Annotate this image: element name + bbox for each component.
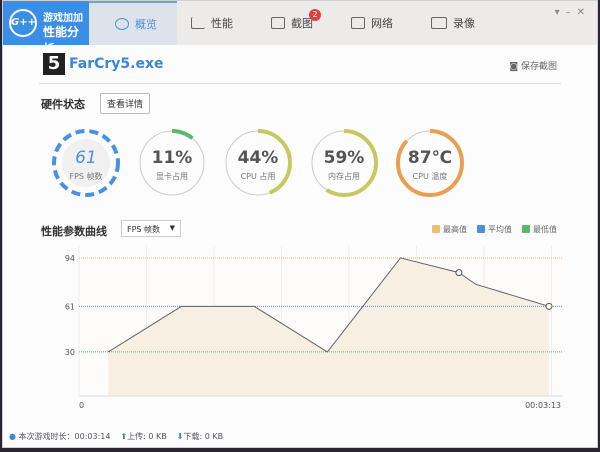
top-bar: G++ 游戏加加 性能分析 概览 性能 截图 2 网络 录像 ▾–✕ — [3, 1, 597, 56]
select-value: FPS 帧数 — [127, 225, 161, 234]
gauge-label: FPS 帧数 — [69, 172, 103, 181]
logo: G++ 游戏加加 性能分析 — [3, 1, 89, 56]
x-tick-label: 0 — [79, 401, 84, 410]
tab-network[interactable]: 网络 — [337, 1, 417, 45]
app-header: 5 FarCry5.exe — [43, 53, 163, 75]
gauge-label: CPU 占用 — [240, 172, 276, 181]
gauge-label: CPU 温度 — [412, 172, 448, 181]
tab-label: 录像 — [453, 17, 475, 30]
tab-performance[interactable]: 性能 — [177, 1, 257, 45]
y-tick-label: 61 — [65, 302, 75, 311]
data-point — [545, 302, 553, 310]
tab-label: 网络 — [371, 17, 393, 30]
gauge-value: 87℃ — [407, 148, 453, 168]
gauge-value: 44% — [237, 148, 279, 168]
tab-label: 性能 — [211, 17, 233, 30]
gauge-4: 87℃ CPU 温度 — [395, 128, 465, 198]
y-tick-label: 94 — [65, 254, 75, 263]
close-button[interactable]: ✕ — [577, 7, 591, 18]
gauge-value: 11% — [151, 148, 193, 168]
divider — [39, 83, 561, 84]
legend-max: 最高值 — [432, 224, 467, 235]
tab-overview[interactable]: 概览 — [89, 1, 177, 45]
fps-chart: 30 61 94 0 00:03:13 — [65, 246, 563, 410]
status-bar: ● 本次游戏时长：00:03:14 ⬆上传: 0 KB ⬇下载: 0 KB — [9, 431, 223, 442]
duration: ● 本次游戏时长：00:03:14 — [9, 432, 111, 441]
clock-icon: ● — [9, 432, 16, 441]
gauge-label: 显卡占用 — [156, 172, 188, 181]
menu-icon[interactable]: ▾ — [555, 7, 566, 18]
logo-line2: 性能分析 — [43, 25, 80, 56]
pulse-icon — [351, 17, 365, 29]
gauge-2: 44% CPU 占用 — [223, 128, 293, 198]
video-icon — [431, 17, 447, 29]
details-button[interactable]: 查看详情 — [100, 93, 151, 114]
camera-icon: ◙ — [509, 62, 521, 72]
minimize-button[interactable]: – — [566, 7, 577, 18]
legend: 最高值 平均值 最低值 — [432, 224, 557, 235]
logo-line1: 游戏加加 — [43, 13, 83, 24]
curve-title: 性能参数曲线 — [41, 225, 107, 238]
gauge-3: 59% 内存占用 — [309, 128, 379, 198]
logo-icon: G++ — [9, 9, 37, 37]
game-icon: 5 — [43, 53, 65, 75]
bar-chart-icon — [191, 17, 205, 29]
y-tick-label: 30 — [65, 348, 75, 357]
dropdown-arrow-icon: ▼ — [169, 224, 175, 232]
window-controls: ▾–✕ — [555, 7, 591, 18]
image-icon — [271, 17, 285, 29]
save-label: 保存截图 — [520, 62, 557, 72]
hardware-title: 硬件状态 — [41, 98, 85, 111]
badge: 2 — [309, 9, 321, 21]
metric-select[interactable]: FPS 帧数 ▼ — [121, 220, 181, 237]
eye-icon — [115, 18, 129, 30]
save-screenshot-button[interactable]: ◙ 保存截图 — [509, 59, 557, 72]
upload: ⬆上传: 0 KB — [120, 432, 167, 441]
gauge-1: 11% 显卡占用 — [137, 128, 207, 198]
gauge-0: 61 FPS 帧数 — [51, 128, 121, 198]
tab-video[interactable]: 录像 — [417, 1, 497, 45]
gauge-value: 61 — [75, 148, 97, 168]
tab-label: 概览 — [135, 18, 157, 31]
legend-avg: 平均值 — [477, 224, 512, 235]
data-point — [455, 269, 463, 277]
tab-screenshots[interactable]: 截图 2 — [257, 1, 337, 45]
app-name: FarCry5.exe — [69, 56, 164, 72]
main-window: G++ 游戏加加 性能分析 概览 性能 截图 2 网络 录像 ▾–✕ 5 FarC… — [2, 0, 598, 448]
x-tick-label: 00:03:13 — [525, 401, 561, 410]
download: ⬇下载: 0 KB — [176, 432, 224, 441]
gauge-value: 59% — [323, 148, 365, 168]
gauge-label: 内存占用 — [328, 172, 360, 181]
legend-min: 最低值 — [522, 224, 557, 235]
